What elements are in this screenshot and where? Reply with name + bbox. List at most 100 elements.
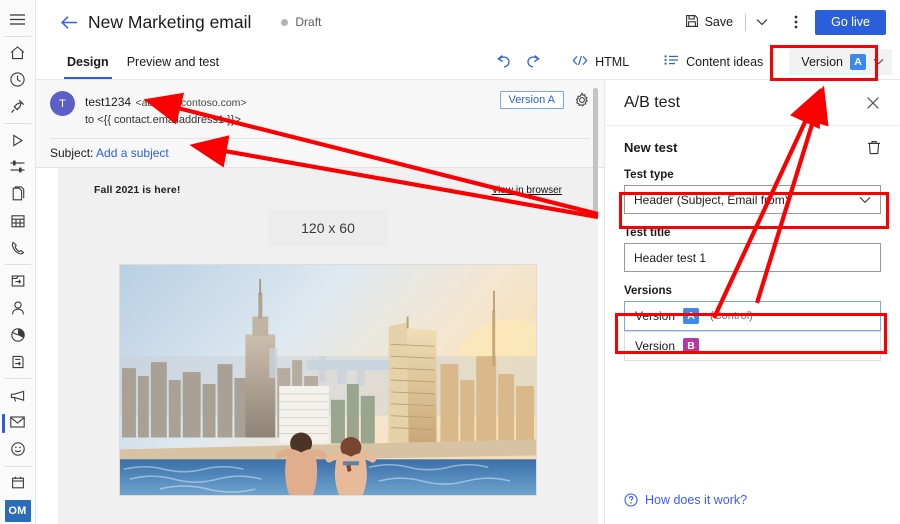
- email-body: Fall 2021 is here! View in browser 120 x…: [58, 168, 598, 524]
- panel-header: A/B test: [605, 80, 900, 126]
- toolbar-divider: [745, 13, 747, 31]
- tab-bar: Design Preview and test HTML Content ide…: [36, 44, 900, 80]
- rail-divider-2: [4, 123, 31, 125]
- version-chevron-down-icon: [873, 58, 884, 65]
- person-icon[interactable]: [0, 295, 36, 322]
- version-row-b-label: Version: [635, 339, 676, 353]
- test-title-label: Test title: [624, 227, 671, 239]
- panel-title: A/B test: [624, 93, 681, 111]
- tab-bar-actions: HTML Content ideas Version A: [488, 44, 900, 79]
- new-test-label: New test: [624, 140, 678, 155]
- command-bar-actions: Save Go live: [678, 9, 886, 35]
- test-type-value: Header (Subject, Email from): [634, 192, 789, 207]
- rail-divider-3: [4, 264, 31, 266]
- test-type-label: Test type: [624, 169, 674, 181]
- documents-icon[interactable]: [0, 181, 36, 208]
- undo-icon[interactable]: [488, 47, 518, 77]
- menu-icon[interactable]: [0, 6, 36, 33]
- email-preheader-row: Fall 2021 is here! View in browser: [94, 184, 562, 196]
- envelope-icon[interactable]: [0, 409, 36, 436]
- tab-design[interactable]: Design: [58, 44, 118, 79]
- email-header-actions: Version A: [499, 90, 590, 109]
- rail-divider-4: [4, 378, 31, 380]
- how-does-it-work-link[interactable]: How does it work?: [624, 493, 747, 507]
- tab-preview-and-test[interactable]: Preview and test: [118, 44, 228, 79]
- calendar-icon[interactable]: [0, 207, 36, 234]
- code-icon: [572, 55, 588, 69]
- pin-icon[interactable]: [0, 93, 36, 120]
- home-icon[interactable]: [0, 40, 36, 67]
- save-options-chevron-down-icon[interactable]: [751, 10, 773, 34]
- version-row-a-label: Version: [635, 309, 676, 323]
- view-in-browser-link[interactable]: View in browser: [492, 185, 562, 196]
- segments-icon[interactable]: [0, 154, 36, 181]
- sender-name: test1234: [85, 95, 132, 109]
- left-navigation-rail: OM: [0, 0, 36, 524]
- email-from-row: T test1234 <admin@contoso.com> to <{{ co…: [50, 90, 590, 129]
- gear-icon[interactable]: [574, 92, 590, 108]
- tab-design-label: Design: [67, 54, 109, 69]
- close-icon[interactable]: [862, 92, 884, 114]
- folder-icon[interactable]: [0, 268, 36, 295]
- play-icon[interactable]: [0, 127, 36, 154]
- status-dot: [281, 18, 289, 26]
- form-icon[interactable]: [0, 348, 36, 375]
- test-type-chevron-down-icon: [859, 196, 871, 204]
- email-address-block: test1234 <admin@contoso.com> to <{{ cont…: [85, 90, 247, 129]
- email-version-a-chip[interactable]: Version A: [499, 91, 564, 109]
- clock-icon[interactable]: [0, 67, 36, 94]
- add-subject-link[interactable]: Add a subject: [96, 146, 169, 160]
- save-button[interactable]: Save: [678, 10, 741, 35]
- calendar-bottom-icon[interactable]: [0, 470, 36, 497]
- back-arrow-icon[interactable]: [58, 11, 80, 33]
- version-row-a-badge: A: [683, 308, 700, 324]
- version-selector-button[interactable]: Version A: [789, 48, 892, 75]
- version-badge-a: A: [850, 53, 866, 70]
- user-avatar-om[interactable]: OM: [0, 497, 36, 524]
- email-to-line: to <{{ contact.emailaddress1 }}>: [85, 114, 241, 127]
- hero-image[interactable]: [119, 264, 537, 497]
- status-label: Draft: [295, 15, 322, 29]
- subject-prefix: Subject:: [50, 146, 94, 161]
- trash-icon[interactable]: [867, 140, 881, 155]
- version-selector-label: Version: [801, 54, 843, 69]
- pie-chart-icon[interactable]: [0, 322, 36, 349]
- html-button[interactable]: HTML: [562, 48, 639, 76]
- go-live-button[interactable]: Go live: [815, 9, 886, 35]
- panel-body: New test Test type Header (Subject, Emai…: [605, 126, 900, 524]
- save-label: Save: [704, 15, 734, 29]
- megaphone-icon[interactable]: [0, 382, 36, 409]
- question-circle-icon: [624, 493, 638, 507]
- test-title-value: Header test 1: [634, 250, 707, 265]
- save-icon: [685, 14, 699, 31]
- smiley-icon[interactable]: [0, 436, 36, 463]
- designer-scrollbar-thumb[interactable]: [593, 88, 598, 216]
- how-does-it-work-label: How does it work?: [645, 493, 748, 507]
- tab-preview-and-test-label: Preview and test: [126, 54, 220, 69]
- new-test-row: New test: [624, 140, 881, 155]
- email-from-line: test1234 <admin@contoso.com>: [85, 90, 247, 113]
- content-ideas-button[interactable]: Content ideas: [653, 48, 773, 76]
- page-title: New Marketing email: [88, 11, 252, 32]
- more-options-icon[interactable]: [783, 10, 809, 34]
- versions-label: Versions: [624, 285, 672, 297]
- test-type-select[interactable]: Header (Subject, Email from): [624, 185, 881, 214]
- logo-placeholder[interactable]: 120 x 60: [268, 210, 388, 247]
- version-row-a[interactable]: Version A (Control): [624, 301, 881, 331]
- sender-address: <admin@contoso.com>: [135, 97, 247, 109]
- status-badge: Draft: [281, 15, 321, 29]
- redo-icon[interactable]: [518, 47, 548, 77]
- phone-icon[interactable]: [0, 234, 36, 261]
- sender-avatar: T: [50, 91, 75, 116]
- rail-divider-5: [4, 465, 31, 467]
- designer-scrollbar-track[interactable]: [582, 168, 587, 524]
- test-title-input[interactable]: Header test 1: [624, 243, 881, 272]
- content-row: T test1234 <admin@contoso.com> to <{{ co…: [36, 80, 900, 524]
- html-label: HTML: [595, 54, 630, 69]
- email-subject-row: Subject: Add a subject: [50, 138, 590, 167]
- ab-test-panel: A/B test New test Test type Header (Subj…: [604, 80, 900, 524]
- avatar-initials: OM: [4, 499, 31, 522]
- hero-image-graphic: [120, 265, 536, 496]
- version-row-b[interactable]: Version B: [624, 331, 881, 361]
- content-ideas-icon: [663, 54, 679, 69]
